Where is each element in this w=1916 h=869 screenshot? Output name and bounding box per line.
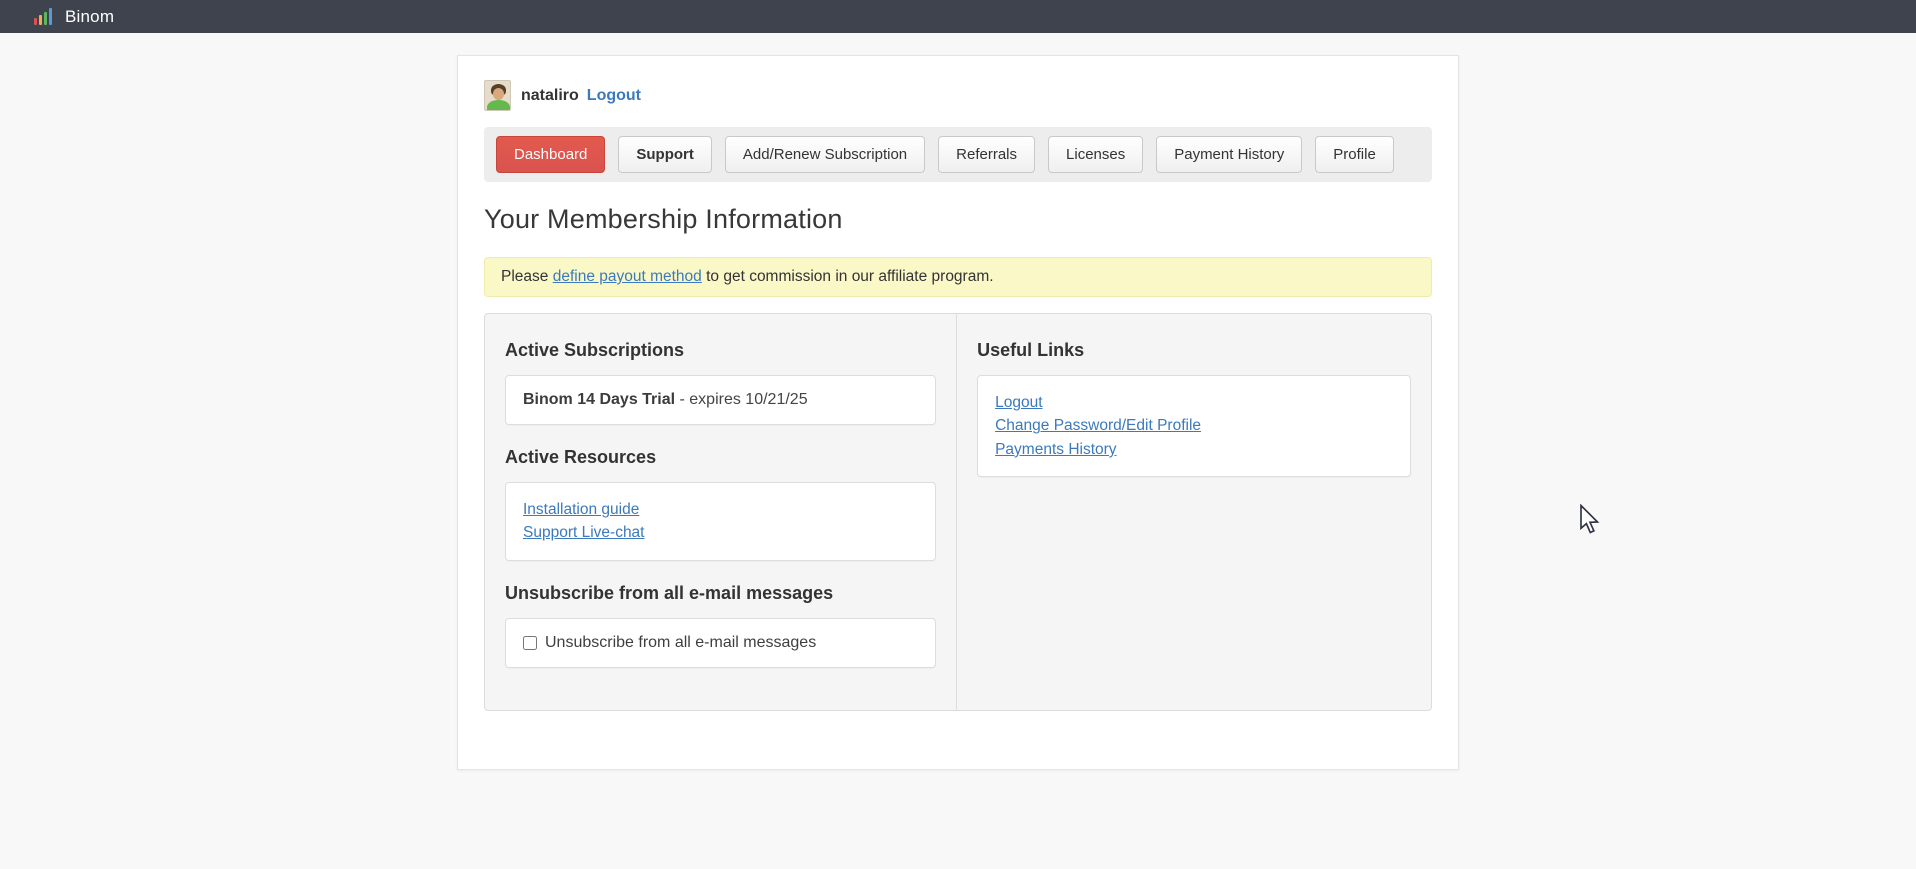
resources-card: Installation guide Support Live-chat <box>505 482 936 561</box>
membership-panel: Active Subscriptions Binom 14 Days Trial… <box>484 313 1432 711</box>
unsubscribe-checkbox-label: Unsubscribe from all e-mail messages <box>545 634 816 652</box>
unsubscribe-card: Unsubscribe from all e-mail messages <box>505 618 936 668</box>
tab-dashboard[interactable]: Dashboard <box>496 136 605 173</box>
list-item: Change Password/Edit Profile <box>995 414 1393 437</box>
subscription-expiry: - expires 10/21/25 <box>675 391 808 408</box>
list-item: Logout <box>995 391 1393 414</box>
unsubscribe-title: Unsubscribe from all e-mail messages <box>505 583 936 604</box>
subscription-card: Binom 14 Days Trial - expires 10/21/25 <box>505 375 936 425</box>
unsubscribe-checkbox[interactable] <box>523 636 537 650</box>
installation-guide-link[interactable]: Installation guide <box>523 501 639 518</box>
list-item: Installation guide <box>523 498 918 521</box>
panel-left-column: Active Subscriptions Binom 14 Days Trial… <box>485 314 956 710</box>
useful-links-title: Useful Links <box>977 340 1411 361</box>
subscription-name: Binom 14 Days Trial <box>523 391 675 408</box>
unsubscribe-checkbox-row[interactable]: Unsubscribe from all e-mail messages <box>523 634 918 652</box>
user-row: nataliro Logout <box>484 80 1432 111</box>
page-title: Your Membership Information <box>484 204 1432 235</box>
tab-payment-history[interactable]: Payment History <box>1156 136 1302 173</box>
support-live-chat-link[interactable]: Support Live-chat <box>523 524 645 541</box>
user-avatar <box>484 80 511 111</box>
tab-profile[interactable]: Profile <box>1315 136 1394 173</box>
brand-name: Binom <box>65 7 114 27</box>
useful-logout-link[interactable]: Logout <box>995 394 1042 411</box>
payments-history-link[interactable]: Payments History <box>995 441 1116 458</box>
mouse-cursor-icon <box>1578 504 1602 534</box>
payout-warning-alert: Please define payout method to get commi… <box>484 257 1432 297</box>
membership-card: nataliro Logout Dashboard Support Add/Re… <box>457 55 1459 770</box>
alert-text-prefix: Please <box>501 268 553 285</box>
panel-right-column: Useful Links Logout Change Password/Edit… <box>956 314 1431 710</box>
useful-links-card: Logout Change Password/Edit Profile Paym… <box>977 375 1411 477</box>
list-item: Payments History <box>995 438 1393 461</box>
topbar: Binom <box>0 0 1916 33</box>
active-resources-title: Active Resources <box>505 447 936 468</box>
list-item: Support Live-chat <box>523 521 918 544</box>
logout-link[interactable]: Logout <box>587 87 641 105</box>
binom-barchart-logo-icon <box>34 8 55 25</box>
active-subscriptions-title: Active Subscriptions <box>505 340 936 361</box>
change-password-edit-profile-link[interactable]: Change Password/Edit Profile <box>995 417 1201 434</box>
username-label: nataliro <box>521 87 579 105</box>
tab-support[interactable]: Support <box>618 136 712 173</box>
alert-text-suffix: to get commission in our affiliate progr… <box>702 268 994 285</box>
tab-add-renew-subscription[interactable]: Add/Renew Subscription <box>725 136 925 173</box>
tab-bar: Dashboard Support Add/Renew Subscription… <box>484 127 1432 182</box>
tab-licenses[interactable]: Licenses <box>1048 136 1143 173</box>
tab-referrals[interactable]: Referrals <box>938 136 1035 173</box>
define-payout-method-link[interactable]: define payout method <box>553 268 702 285</box>
